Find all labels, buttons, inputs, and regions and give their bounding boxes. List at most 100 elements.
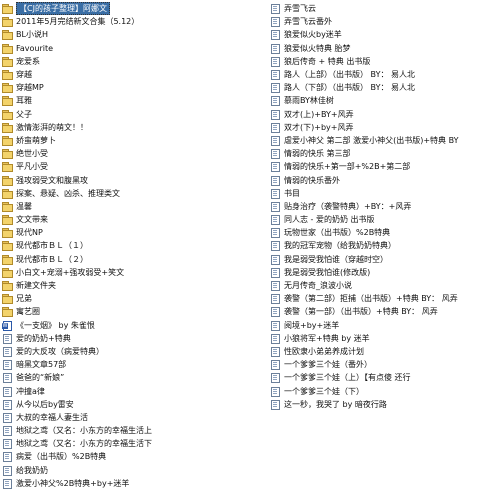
file-item[interactable]: 袭警（第二部）拒捕（出书版）+特典 BY： 风弄 — [270, 292, 498, 305]
file-item[interactable]: 地狱之鸢（又名：小东方的幸福生活下 — [2, 437, 245, 450]
folder-item[interactable]: 现代NP — [2, 226, 245, 239]
file-item[interactable]: 书目 — [270, 187, 498, 200]
item-label: 新建文件夹 — [16, 281, 56, 291]
file-item[interactable]: 情弱的快乐番外 — [270, 173, 498, 186]
file-item[interactable]: 我的冠军宠物（给我奶奶特典） — [270, 239, 498, 252]
file-item[interactable]: 弄雪飞云 — [270, 2, 498, 15]
folder-item[interactable]: 穿越 — [2, 68, 245, 81]
file-item[interactable]: 爱的奶奶+特典 — [2, 332, 245, 345]
item-label: 情弱的快乐+第一部+%2B+第二部 — [284, 162, 411, 172]
item-label: 现代NP — [16, 228, 43, 238]
folder-item[interactable]: 文文带来 — [2, 213, 245, 226]
txt-icon — [270, 122, 281, 133]
folder-icon — [2, 215, 13, 226]
item-label: 一个爹爹三个娃（番外） — [284, 360, 372, 370]
file-item[interactable]: 情弱的快乐+第一部+%2B+第二部 — [270, 160, 498, 173]
item-label: 寓艺圈 — [16, 307, 40, 317]
txt-icon — [270, 373, 281, 384]
file-item[interactable]: 我是弱受我怕谁(修改版) — [270, 266, 498, 279]
doc-icon — [2, 320, 13, 331]
txt-icon — [2, 386, 13, 397]
file-item[interactable]: 这一秒，我哭了 by 暗夜行路 — [270, 398, 498, 411]
txt-icon — [270, 294, 281, 305]
txt-icon — [2, 439, 13, 450]
file-item[interactable]: 爸爸的“新娘” — [2, 371, 245, 384]
file-item[interactable]: 情弱的快乐 第三部 — [270, 147, 498, 160]
file-item[interactable]: 一个爹爹三个娃（上）【有点傻 还行 — [270, 371, 498, 384]
folder-item[interactable]: 探案、悬疑、凶杀、推理类文 — [2, 187, 245, 200]
file-item[interactable]: 虐爱小神父 第二部 激爱小神父(出书版)+特典 BY — [270, 134, 498, 147]
item-label: 小白文+宠溺+强攻弱受+笑文 — [16, 267, 125, 277]
folder-item[interactable]: 寓艺圈 — [2, 305, 245, 318]
item-label: 性欧隶小弟弟养成计划 — [284, 346, 364, 356]
folder-icon — [2, 175, 13, 186]
file-item[interactable]: 病爱（出书版）%2B特典 — [2, 450, 245, 463]
file-item[interactable]: 狼爱似火特典 胎梦 — [270, 42, 498, 55]
folder-item[interactable]: 平凡小受 — [2, 160, 245, 173]
file-item[interactable]: 一个爹爹三个娃（下） — [270, 384, 498, 397]
file-item[interactable]: 大叔的幸福人妻生活 — [2, 411, 245, 424]
item-label: 袭警（第一部）（出书版）+特典 BY： 风弄 — [284, 307, 438, 317]
item-label: 狼后传奇 + 特典 出书版 — [284, 56, 371, 66]
folder-item[interactable]: 穿越MP — [2, 81, 245, 94]
txt-icon — [270, 399, 281, 410]
file-item[interactable]: 地狱之鸢（又名：小东方的幸福生活上 — [2, 424, 245, 437]
folder-item[interactable]: 娇蛮萌萝卜 — [2, 134, 245, 147]
folder-item[interactable]: 温馨 — [2, 200, 245, 213]
folder-item[interactable]: 耳雅 — [2, 94, 245, 107]
file-item[interactable]: 无月传奇_浪波小说 — [270, 279, 498, 292]
item-label: 路人（下部）（出书版） BY： 易人北 — [284, 83, 416, 93]
file-item[interactable]: 弄雪飞云番外 — [270, 15, 498, 28]
file-item[interactable]: 双才(下)+by+风弄 — [270, 121, 498, 134]
file-item[interactable]: 路人（上部）（出书版） BY： 易人北 — [270, 68, 498, 81]
file-item[interactable]: 玩物世家（出书版）%2B特典 — [270, 226, 498, 239]
file-item[interactable]: 同人志 - 爱的奶奶 出书版 — [270, 213, 498, 226]
txt-icon — [270, 228, 281, 239]
folder-item[interactable]: 现代都市ＢＬ（１） — [2, 239, 245, 252]
txt-icon — [270, 96, 281, 107]
txt-icon — [2, 373, 13, 384]
file-item[interactable]: 性欧隶小弟弟养成计划 — [270, 345, 498, 358]
folder-item[interactable]: 兄弟 — [2, 292, 245, 305]
file-item[interactable]: 暗黑文章57部 — [2, 358, 245, 371]
item-label: 激情澎湃的萌文！！ — [16, 122, 88, 132]
item-label: 玩物世家（出书版）%2B特典 — [284, 228, 391, 238]
item-label: 2011年5月完结新文合集（5.12） — [16, 17, 140, 27]
file-item[interactable]: 狼后传奇 + 特典 出书版 — [270, 55, 498, 68]
folder-item[interactable]: 激情澎湃的萌文！！ — [2, 121, 245, 134]
file-item[interactable]: 袭警（第一部）（出书版）+特典 BY： 风弄 — [270, 305, 498, 318]
folder-item[interactable]: 宠爱系 — [2, 55, 245, 68]
txt-icon — [270, 4, 281, 15]
file-item[interactable]: 双才(上)+BY+风弄 — [270, 108, 498, 121]
folder-item[interactable]: 小白文+宠溺+强攻弱受+笑文 — [2, 266, 245, 279]
file-item[interactable]: 一个爹爹三个娃（番外） — [270, 358, 498, 371]
file-item[interactable]: 冲撞a律 — [2, 384, 245, 397]
folder-item[interactable]: 2011年5月完结新文合集（5.12） — [2, 15, 245, 28]
folder-item[interactable]: 【CJ的孩子整理】阿娜文 — [2, 2, 245, 16]
file-item[interactable]: 我是弱受我怕谁（穿越时空） — [270, 253, 498, 266]
item-label: 【CJ的孩子整理】阿娜文 — [16, 2, 110, 16]
file-item[interactable]: 狼爱似火by迷羊 — [270, 28, 498, 41]
file-item[interactable]: 路人（下部）（出书版） BY： 易人北 — [270, 81, 498, 94]
folder-item[interactable]: 现代都市ＢＬ（２） — [2, 253, 245, 266]
folder-item[interactable]: 新建文件夹 — [2, 279, 245, 292]
item-label: 爱的奶奶+特典 — [16, 333, 71, 343]
folder-icon — [2, 281, 13, 292]
item-label: 情弱的快乐番外 — [284, 175, 340, 185]
file-item[interactable]: 从今以后by雷安 — [2, 398, 245, 411]
folder-item[interactable]: 绝世小受 — [2, 147, 245, 160]
file-item[interactable]: 阅境+by+迷羊 — [270, 319, 498, 332]
file-item[interactable]: 《一支烟》 by 朱雀恨 — [2, 319, 245, 332]
file-item[interactable]: 小狼将军+特典 by 迷羊 — [270, 332, 498, 345]
file-item[interactable]: 贴身治疗（袭警特典）+BY：+风弄 — [270, 200, 498, 213]
folder-item[interactable]: 强攻弱受文和腹黑攻 — [2, 173, 245, 186]
folder-item[interactable]: Favourite — [2, 42, 245, 55]
folder-item[interactable]: BL小说H — [2, 28, 245, 41]
folder-item[interactable]: 父子 — [2, 108, 245, 121]
item-label: 这一秒，我哭了 by 暗夜行路 — [284, 399, 387, 409]
item-label: 虐爱小神父 第二部 激爱小神父(出书版)+特典 BY — [284, 135, 459, 145]
file-item[interactable]: 爱的大反攻（病爱特典） — [2, 345, 245, 358]
file-item[interactable]: 慕雨BY林佳树 — [270, 94, 498, 107]
txt-icon — [270, 135, 281, 146]
file-item[interactable]: 给我奶奶 — [2, 464, 245, 477]
